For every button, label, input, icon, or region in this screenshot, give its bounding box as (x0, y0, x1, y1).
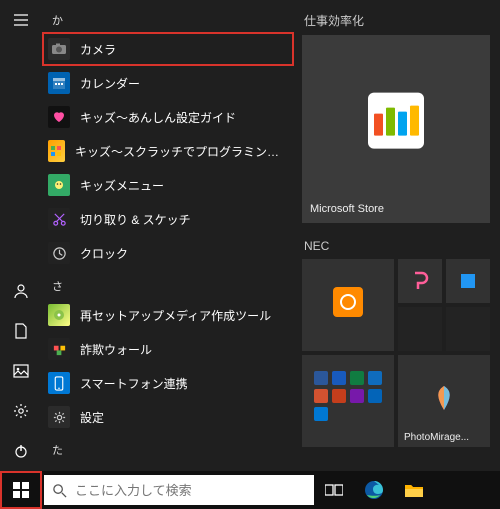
clock-icon (48, 242, 70, 264)
ms-store-icon (368, 93, 424, 149)
office-grid-icon (314, 371, 382, 421)
scissors-icon (48, 208, 70, 230)
document-icon (13, 323, 29, 339)
pictures-button[interactable] (0, 351, 42, 391)
settings-button[interactable] (0, 391, 42, 431)
app-list[interactable]: か カメラ カレンダー キッズ～あんしん設定ガイド キッズ～スクラッチでプログラ… (42, 0, 294, 471)
tile-microsoft-store[interactable]: Microsoft Store (302, 35, 490, 223)
p-icon (409, 270, 431, 292)
app-label: 再セットアップメディア作成ツール (80, 307, 271, 324)
picture-icon (13, 363, 29, 379)
start-menu: か カメラ カレンダー キッズ～あんしん設定ガイド キッズ～スクラッチでプログラ… (0, 0, 500, 471)
gear-icon (13, 403, 29, 419)
app-item-recovery[interactable]: 再セットアップメディア作成ツール (42, 298, 294, 332)
tile-group-title-1[interactable]: 仕事効率化 (302, 6, 492, 35)
hamburger-icon (13, 12, 29, 28)
app-label: スマートフォン連携 (80, 375, 188, 392)
left-rail (0, 0, 42, 471)
power-button[interactable] (0, 431, 42, 471)
search-box[interactable] (44, 475, 314, 505)
app-label: 設定 (80, 409, 104, 426)
list-header-ta[interactable]: た (42, 434, 294, 462)
documents-button[interactable] (0, 311, 42, 351)
app-item-snip[interactable]: 切り取り & スケッチ (42, 202, 294, 236)
tile-office[interactable] (302, 355, 394, 447)
calendar-icon (48, 72, 70, 94)
app-item-kids-menu[interactable]: キッズメニュー (42, 168, 294, 202)
tile-nec-empty-2[interactable] (446, 307, 490, 351)
user-button[interactable] (0, 271, 42, 311)
tile-label: Microsoft Store (310, 203, 384, 215)
app-label: カレンダー (80, 75, 140, 92)
taskbar-edge[interactable] (354, 471, 394, 509)
list-header-ka[interactable]: か (42, 4, 294, 32)
app-label: 詐欺ウォール (80, 341, 152, 358)
app-label: キッズメニュー (80, 177, 164, 194)
app-label: キッズ～あんしん設定ガイド (80, 109, 236, 126)
phone-icon (48, 372, 70, 394)
search-icon (52, 483, 67, 498)
blue-square-icon (461, 274, 475, 288)
app-item-clock[interactable]: クロック (42, 236, 294, 270)
kids-menu-icon (48, 174, 70, 196)
tile-pane: 仕事効率化 Microsoft Store NEC (294, 0, 500, 471)
app-item-calendar[interactable]: カレンダー (42, 66, 294, 100)
taskbar (0, 471, 500, 509)
power-icon (13, 443, 29, 459)
gear-icon (48, 406, 70, 428)
nec-orange-icon (333, 287, 363, 317)
folder-icon (404, 482, 424, 498)
app-item-settings[interactable]: 設定 (42, 400, 294, 434)
sagi-icon (48, 338, 70, 360)
kids-scratch-icon (48, 140, 65, 162)
app-item-kids-safe[interactable]: キッズ～あんしん設定ガイド (42, 100, 294, 134)
app-label: カメラ (80, 41, 116, 58)
recovery-icon (48, 304, 70, 326)
app-item-phone[interactable]: スマートフォン連携 (42, 366, 294, 400)
tile-label: PhotoMirage... (404, 432, 469, 443)
windows-icon (13, 482, 29, 498)
task-view-icon (325, 483, 343, 497)
app-label: キッズ～スクラッチでプログラミングをはじめよう (75, 143, 288, 160)
photomirage-icon (429, 383, 459, 413)
taskbar-explorer[interactable] (394, 471, 434, 509)
tile-group-title-2[interactable]: NEC (302, 233, 492, 259)
camera-icon (48, 38, 70, 60)
tile-nec-empty-1[interactable] (398, 307, 442, 351)
search-input[interactable] (75, 483, 306, 498)
app-label: クロック (80, 245, 128, 262)
tile-nec-3[interactable] (446, 259, 490, 303)
app-label: 切り取り & スケッチ (80, 211, 191, 228)
task-view-button[interactable] (314, 471, 354, 509)
start-button[interactable] (0, 471, 42, 509)
app-item-kids-scratch[interactable]: キッズ～スクラッチでプログラミングをはじめよう (42, 134, 294, 168)
tile-nec-1[interactable] (302, 259, 394, 351)
list-header-sa[interactable]: さ (42, 270, 294, 298)
user-icon (13, 283, 29, 299)
app-item-camera[interactable]: カメラ (42, 32, 294, 66)
tile-photomirage[interactable]: PhotoMirage... (398, 355, 490, 447)
kids-safe-icon (48, 106, 70, 128)
edge-icon (364, 480, 384, 500)
hamburger-button[interactable] (0, 0, 42, 40)
app-item-sagi[interactable]: 詐欺ウォール (42, 332, 294, 366)
tile-nec-2[interactable] (398, 259, 442, 303)
